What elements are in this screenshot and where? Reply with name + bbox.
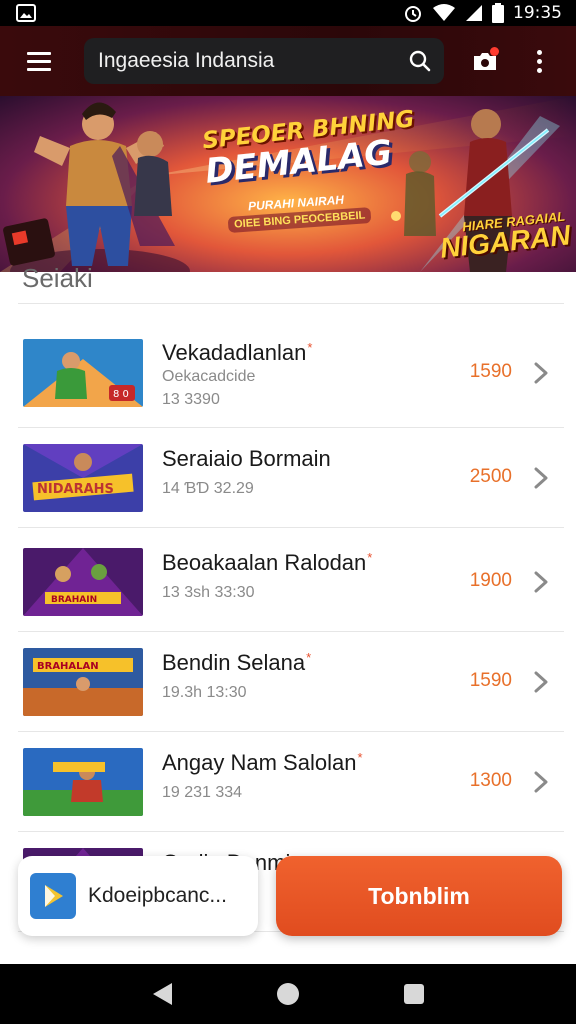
divider	[18, 303, 564, 304]
list-item[interactable]: NIDARAHS Seraiaio Bormain 14 ƁƊ 32.29 2500	[18, 428, 564, 528]
search-input[interactable]: Ingaeesia Indansia	[84, 38, 444, 84]
item-price: 1300	[469, 770, 512, 791]
home-icon[interactable]	[276, 983, 299, 1005]
chevron-right-icon[interactable]	[532, 467, 550, 489]
item-price: 1590	[469, 361, 512, 382]
camera-icon[interactable]	[470, 46, 500, 76]
chevron-right-icon[interactable]	[532, 362, 550, 384]
required-star: *	[307, 340, 313, 355]
status-left	[16, 4, 36, 22]
alarm-icon	[405, 6, 421, 22]
item-thumbnail[interactable]: BRAHALAN	[23, 648, 143, 716]
required-star: *	[357, 750, 363, 765]
item-meta: 13 3sh 33:30	[162, 584, 255, 601]
signal-icon	[466, 5, 482, 21]
list-item[interactable]: Angay Nam Salolan* 19 231 334 1300	[18, 732, 564, 832]
svg-text:8 0: 8 0	[113, 389, 129, 400]
item-price: 1590	[469, 670, 512, 691]
item-meta: 19.3h 13:30	[162, 684, 247, 701]
item-title: Angay Nam Salolan*	[162, 750, 363, 775]
primary-cta-button[interactable]: Tobnblim	[276, 856, 562, 936]
menu-icon[interactable]	[14, 36, 64, 86]
item-price: 2500	[469, 466, 512, 487]
system-nav-bar	[0, 964, 576, 1024]
svg-text:BRAHAIN: BRAHAIN	[51, 595, 97, 605]
back-icon[interactable]	[152, 983, 172, 1005]
search-icon[interactable]	[408, 49, 432, 73]
image-icon	[16, 4, 36, 22]
required-star: *	[367, 550, 373, 565]
item-subtitle: Oekacadcide	[162, 368, 256, 385]
install-label: Kdoeipbcanc...	[88, 884, 227, 907]
required-star: *	[306, 650, 312, 665]
svg-text:NIDARAHS: NIDARAHS	[37, 482, 114, 497]
app-bar: Ingaeesia Indansia	[0, 26, 576, 96]
item-thumbnail[interactable]	[23, 748, 143, 816]
item-thumbnail[interactable]: BRAHAIN	[23, 548, 143, 616]
svg-text:BRAHALAN: BRAHALAN	[37, 661, 99, 672]
section-title: Seiaki	[22, 263, 93, 293]
play-store-icon	[30, 873, 76, 919]
promo-banner[interactable]: SPEOER BHNING DEMALAG PURAHI NAIRAH OIEE…	[0, 96, 576, 272]
item-meta: 19 231 334	[162, 784, 243, 801]
list-item[interactable]: BRAHAIN Beoakaalan Ralodan* 13 3sh 33:30 19…	[18, 532, 564, 632]
battery-icon	[492, 3, 504, 23]
chevron-right-icon[interactable]	[532, 571, 550, 593]
item-title: Seraiaio Bormain	[162, 446, 331, 471]
item-title: Bendin Selana*	[162, 650, 312, 675]
status-time: 19:35	[513, 3, 562, 23]
item-price: 1900	[469, 570, 512, 591]
wifi-icon	[433, 4, 455, 21]
recents-icon[interactable]	[403, 984, 424, 1004]
item-title: Vekadadlanlan*	[162, 340, 313, 365]
list-item[interactable]: BRAHALAN Bendin Selana* 19.3h 13:30 1590	[18, 632, 564, 732]
search-text: Ingaeesia Indansia	[98, 49, 275, 72]
chevron-right-icon[interactable]	[532, 771, 550, 793]
item-thumbnail[interactable]: NIDARAHS	[23, 444, 143, 512]
install-card[interactable]: Kdoeipbcanc...	[18, 856, 258, 936]
list-item[interactable]: 8 0 Vekadadlanlan* Oekacadcide 13 3390 1590	[18, 318, 564, 428]
status-bar: 19:35	[0, 0, 576, 26]
status-right: 19:35	[403, 3, 562, 23]
more-vert-icon[interactable]	[534, 49, 544, 73]
item-thumbnail[interactable]: 8 0	[23, 339, 143, 407]
item-meta: 14 ƁƊ 32.29	[162, 480, 254, 497]
notification-dot	[490, 47, 499, 56]
chevron-right-icon[interactable]	[532, 671, 550, 693]
item-meta: 13 3390	[162, 391, 220, 408]
item-title: Beoakaalan Ralodan*	[162, 550, 373, 575]
